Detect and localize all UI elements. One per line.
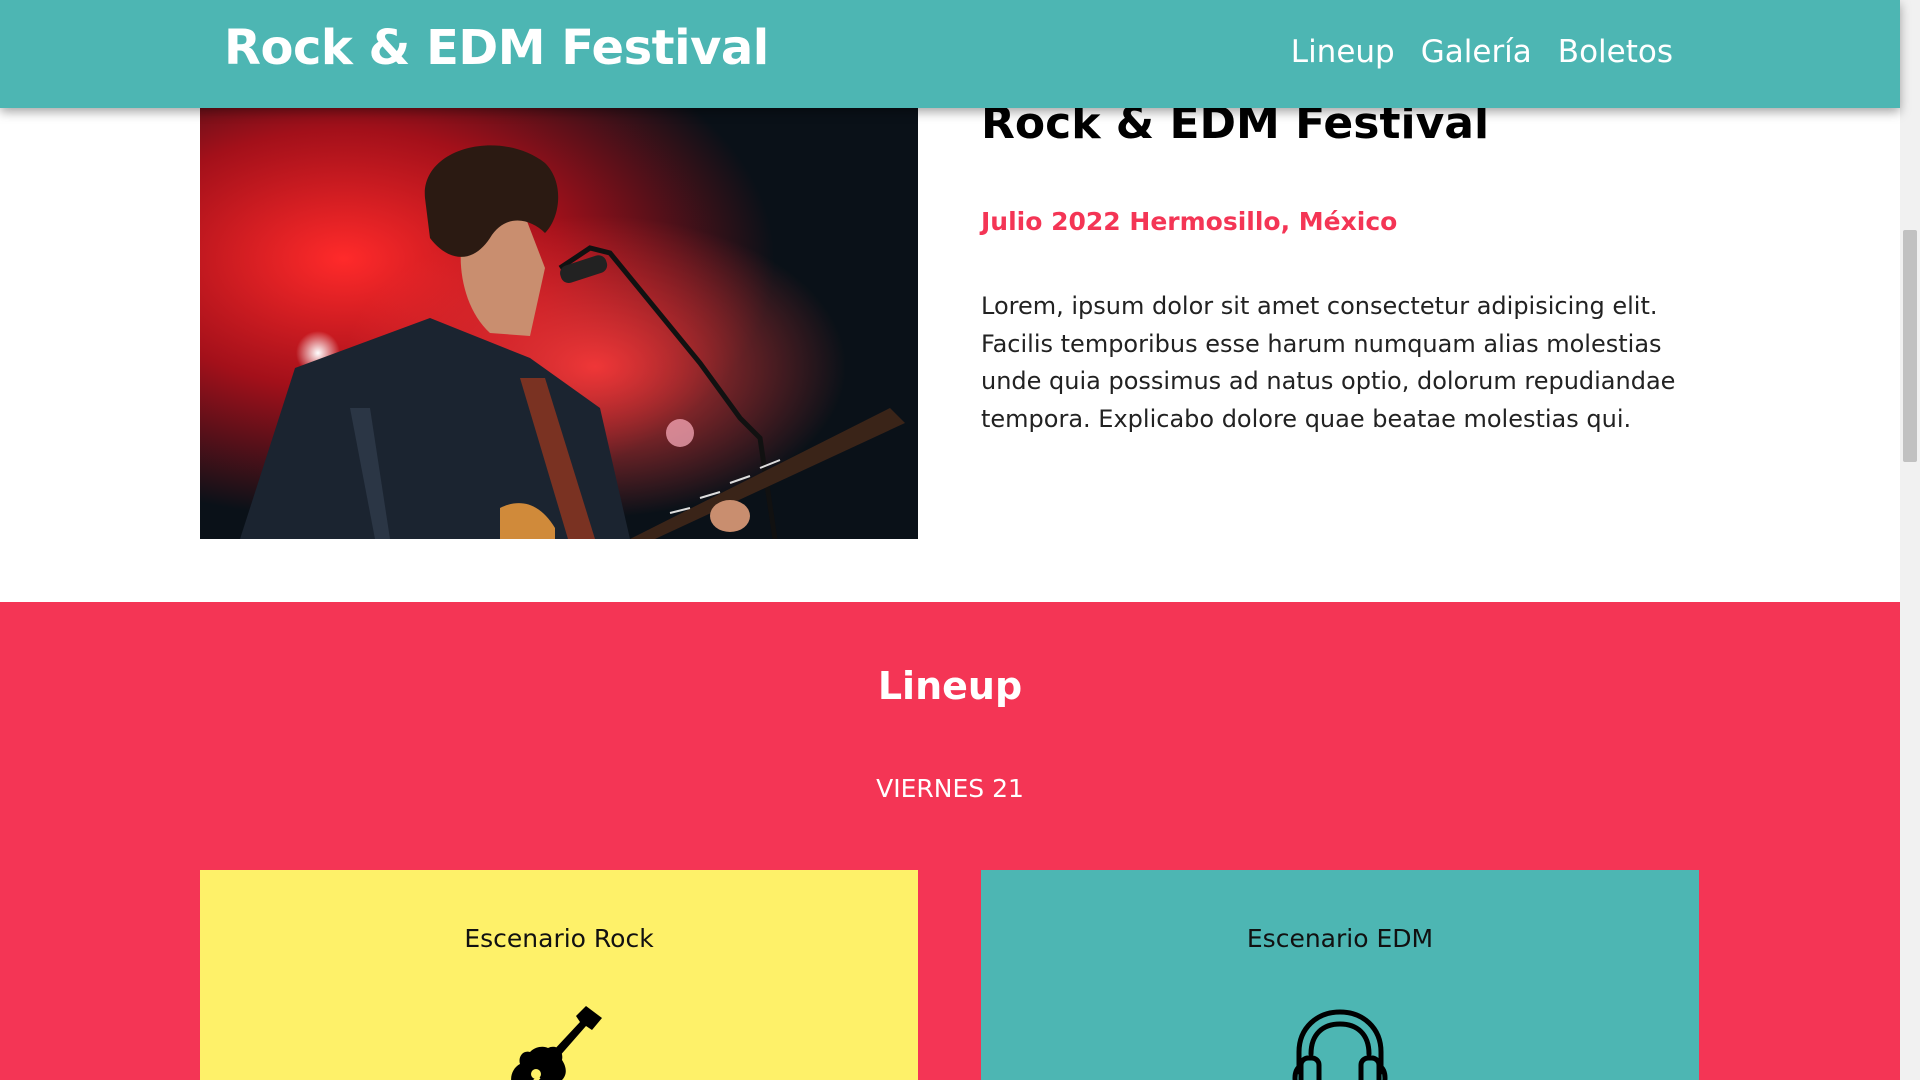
lineup-heading: Lineup [877, 664, 1023, 708]
nav-link-lineup[interactable]: Lineup [1291, 34, 1395, 70]
main-nav: Lineup Galería Boletos [1291, 34, 1673, 70]
stage-card-rock: Escenario Rock [200, 870, 918, 1080]
headphones-icon [1285, 1000, 1395, 1080]
stage-card-edm: Escenario EDM [981, 870, 1699, 1080]
festival-info: Rock & EDM Festival Julio 2022 Hermosill… [981, 98, 1701, 438]
scrollbar-thumb[interactable] [1903, 230, 1917, 462]
site-logo[interactable]: Rock & EDM Festival [224, 20, 769, 76]
guitar-icon [504, 1000, 614, 1080]
festival-date-location: Julio 2022 Hermosillo, México [981, 207, 1398, 236]
page-scrollbar[interactable] [1900, 0, 1920, 1080]
hero-photo [200, 108, 918, 539]
site-header: Rock & EDM Festival Lineup Galería Bolet… [0, 0, 1900, 108]
lineup-day: VIERNES 21 [876, 774, 1024, 803]
singer-guitarist-photo [200, 108, 918, 539]
stage-title-edm: Escenario EDM [1246, 924, 1434, 953]
festival-description: Lorem, ipsum dolor sit amet consectetur … [981, 292, 1676, 433]
stage-title-rock: Escenario Rock [464, 924, 654, 953]
lineup-section: Lineup VIERNES 21 Escenario Rock Escenar… [0, 602, 1900, 1080]
nav-link-boletos[interactable]: Boletos [1558, 34, 1673, 70]
nav-link-galeria[interactable]: Galería [1421, 34, 1532, 70]
